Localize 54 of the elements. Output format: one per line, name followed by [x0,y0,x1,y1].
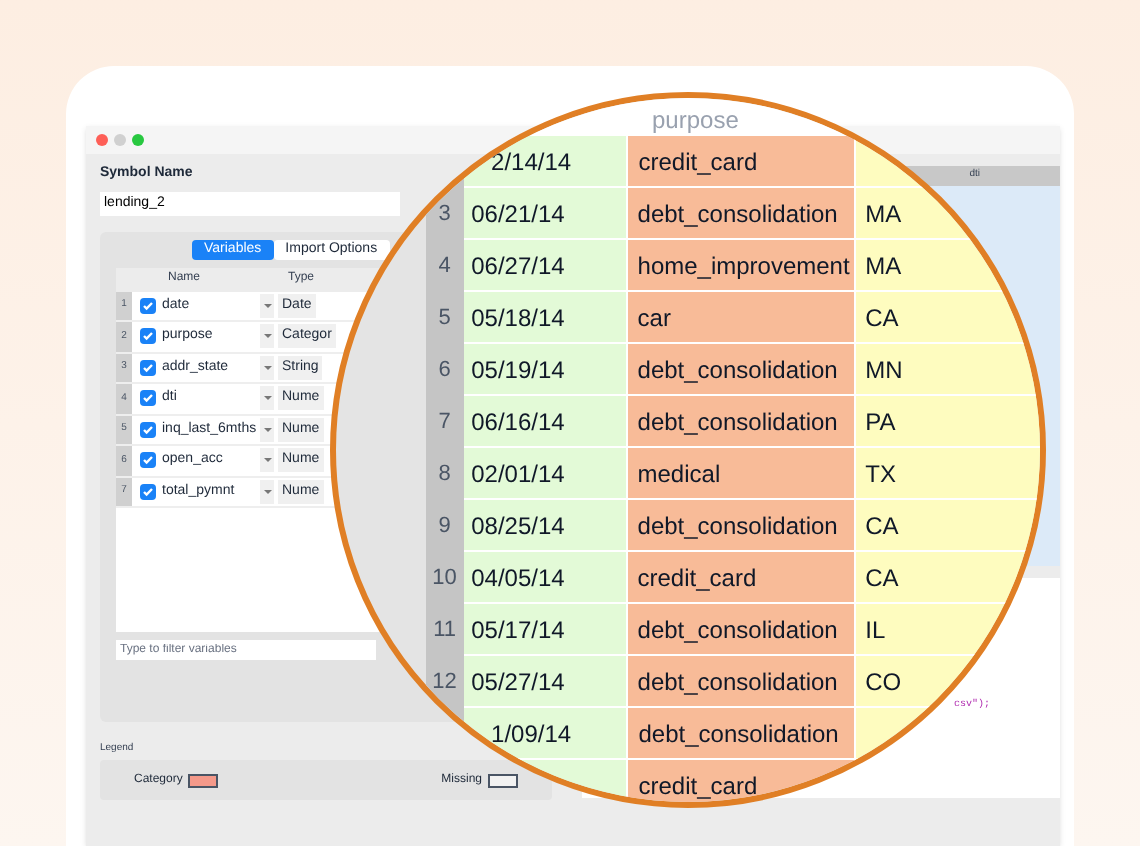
checkbox[interactable] [140,483,156,500]
checkbox[interactable] [140,359,156,376]
date-cell: 1/09/14 [463,708,627,760]
date-cell: 06/27/14 [463,240,626,292]
row-number: 6 [426,344,464,396]
purpose-cell: debt_consolidation [625,344,854,396]
row-number: 3 [426,188,464,240]
purpose-cell: car [625,292,854,344]
purpose-cell: debt_consolidation [625,500,854,552]
date-cell: 06/16/14 [463,396,626,448]
state-cell: TX [853,448,1040,500]
date-cell: 08/25/14 [463,500,626,552]
checkbox[interactable] [140,297,156,314]
purpose-cell: home_improvement [625,240,854,292]
date-cell: 05/19/14 [463,344,626,396]
date-cell: 06/21/14 [463,188,626,240]
purpose-cell: debt_consolidation [625,396,854,448]
purpose-cell: debt_consolidation [626,708,854,760]
row-number: 9 [426,500,464,552]
column-header: purpose [650,104,739,136]
caret-icon[interactable] [260,355,274,380]
date-cell: 05/27/14 [463,656,626,708]
row-number: 10 [426,552,464,604]
purpose-cell: credit_card [625,552,854,604]
row-number: 8 [426,448,464,500]
state-cell: MN [853,344,1040,396]
zoom-icon[interactable] [132,134,144,146]
caret-icon[interactable] [260,479,274,504]
row-number: 5 [426,292,464,344]
state-cell: CA [853,500,1040,552]
state-cell: PA [853,396,1040,448]
date-cell: 05/18/14 [463,292,626,344]
caret-icon[interactable] [260,324,274,349]
purpose-cell: medical [625,448,854,500]
row-number: 4 [426,240,464,292]
caret-icon[interactable] [260,386,274,411]
checkbox[interactable] [140,328,156,345]
caret-icon[interactable] [260,293,274,318]
purpose-cell: debt_consolidation [625,188,854,240]
purpose-cell: debt_consolidation [625,604,854,656]
purpose-cell: debt_consolidation [625,656,854,708]
checkbox[interactable] [140,390,156,407]
row-number: 7 [426,396,464,448]
checkbox[interactable] [140,421,156,438]
row-number: 12 [426,656,464,708]
date-cell: 02/01/14 [463,448,626,500]
caret-icon[interactable] [260,417,274,442]
checkbox[interactable] [140,452,156,469]
date-cell: 05/17/14 [463,604,626,656]
close-icon[interactable] [96,134,108,146]
purpose-cell: credit_card [626,136,854,188]
date-cell: 04/05/14 [463,552,626,604]
caret-icon[interactable] [260,448,274,473]
row-number: 11 [426,604,464,656]
